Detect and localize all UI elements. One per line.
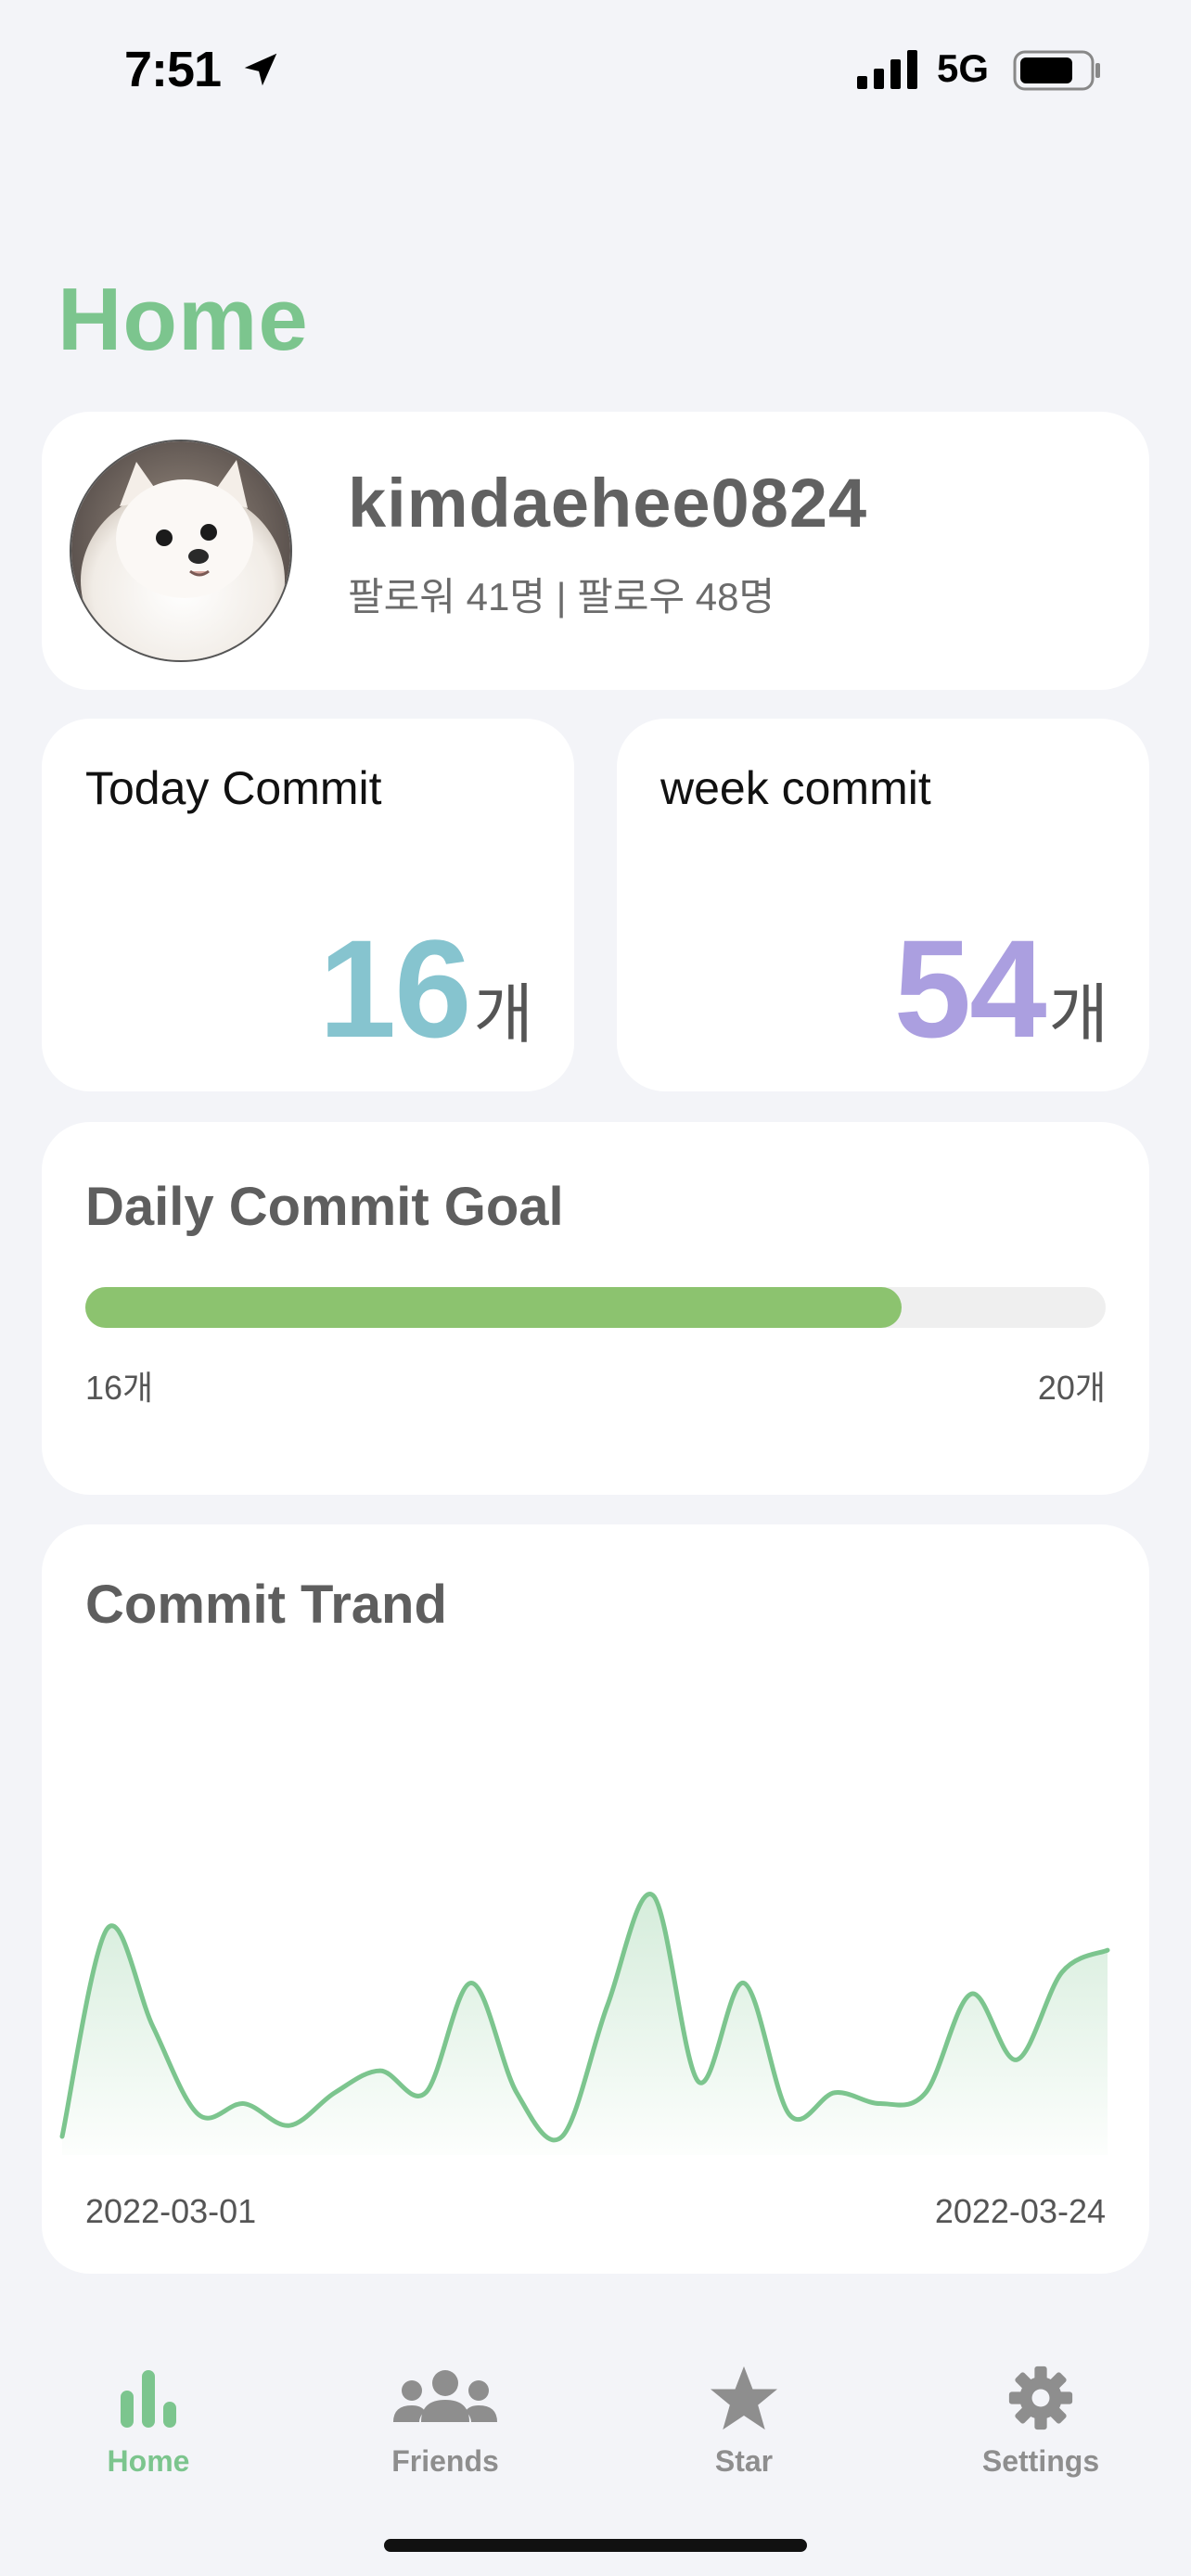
goal-target-label: 20개 — [1037, 1369, 1106, 1407]
page-title: Home — [58, 270, 309, 369]
battery-icon — [1013, 50, 1100, 91]
username: kimdaehee0824 — [348, 465, 868, 542]
chart-bar-icon — [121, 2370, 176, 2428]
gear-icon — [1008, 2366, 1073, 2430]
today-commit-unit: 개 — [473, 978, 533, 1051]
tab-friends[interactable]: Friends — [352, 2365, 538, 2479]
week-commit-value: 54 — [893, 911, 1047, 1066]
week-commit-card[interactable]: week commit 54 개 — [617, 719, 1149, 1091]
tab-settings-label: Settings — [981, 2444, 1100, 2478]
avatar[interactable] — [70, 440, 292, 662]
follow-stats: 팔로워 41명 | 팔로우 48명 — [348, 575, 775, 618]
today-commit-value: 16 — [318, 911, 472, 1066]
trend-end-date: 2022-03-24 — [934, 2192, 1106, 2230]
commit-trend-card[interactable]: Commit Trand 2022-03-01 2022-03-24 — [42, 1524, 1149, 2274]
today-commit-card[interactable]: Today Commit 16 개 — [42, 719, 574, 1091]
week-commit-unit: 개 — [1048, 978, 1108, 1051]
tab-star[interactable]: Star — [651, 2365, 837, 2479]
goal-progress-track — [85, 1287, 1106, 1328]
tab-home[interactable]: Home — [56, 2365, 241, 2479]
network-type: 5G — [937, 46, 990, 90]
tab-settings[interactable]: Settings — [948, 2365, 1133, 2479]
trend-start-date: 2022-03-01 — [85, 2192, 257, 2230]
location-arrow-icon — [244, 53, 277, 86]
status-time: 7:51 — [124, 42, 222, 97]
daily-goal-card[interactable]: Daily Commit Goal 16개 20개 — [42, 1122, 1149, 1495]
cellular-signal-icon — [857, 50, 917, 89]
status-bar: 7:51 5G — [0, 0, 1191, 139]
goal-progress-fill — [85, 1287, 902, 1328]
commit-trend-title: Commit Trand — [85, 1575, 447, 1635]
week-commit-value-group: 54 개 — [894, 919, 1108, 1058]
people-icon — [393, 2370, 497, 2422]
commit-trend-chart: Commit Trand — [59, 1575, 1110, 2155]
goal-current-label: 16개 — [85, 1369, 154, 1407]
tab-home-label: Home — [107, 2444, 190, 2478]
today-commit-value-group: 16 개 — [319, 919, 533, 1058]
tab-bar: Home Friends Star Settings — [0, 2337, 1191, 2522]
daily-goal-title: Daily Commit Goal — [85, 1177, 564, 1237]
profile-card[interactable]: kimdaehee0824 팔로워 41명 | 팔로우 48명 — [42, 412, 1149, 690]
tab-star-label: Star — [714, 2444, 774, 2478]
tab-friends-label: Friends — [391, 2444, 499, 2478]
week-commit-label: week commit — [660, 762, 931, 814]
home-indicator — [384, 2539, 807, 2552]
today-commit-label: Today Commit — [85, 762, 382, 814]
star-icon — [711, 2366, 777, 2430]
dog-photo-icon — [71, 441, 290, 660]
